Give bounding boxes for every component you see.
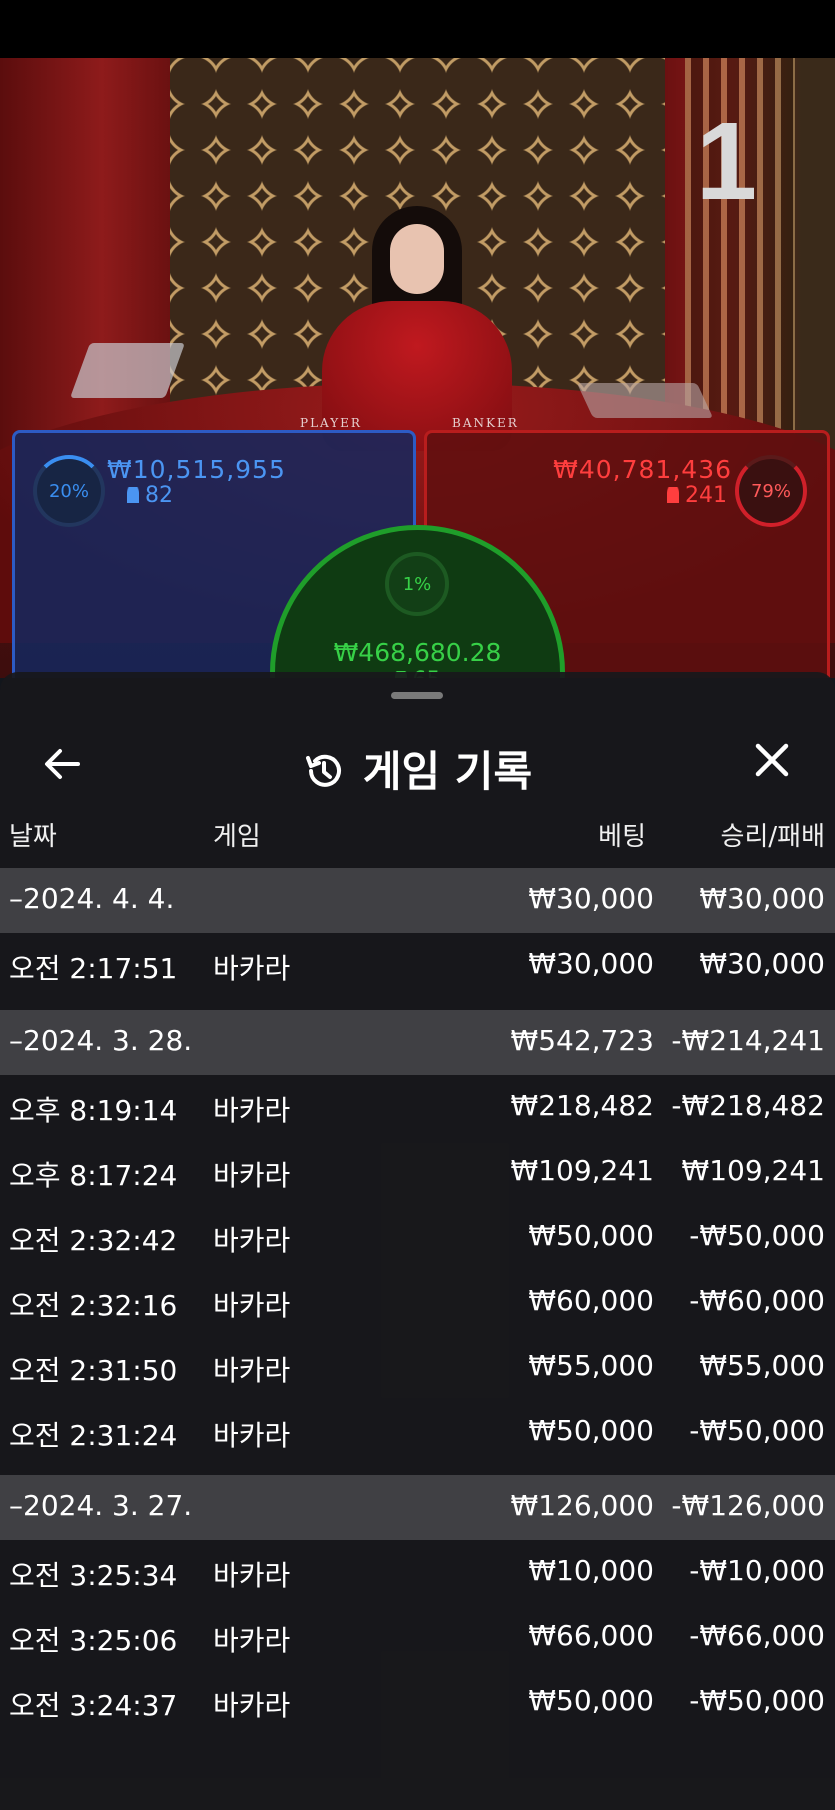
- col-date: 날짜: [9, 822, 57, 852]
- status-bar: [0, 0, 835, 58]
- table-row[interactable]: 오전 3:25:34 바카라 ₩10,000 -₩10,000: [0, 1540, 835, 1605]
- sheet-header: 게임 기록: [0, 712, 835, 812]
- table-row[interactable]: 오후 8:19:14 바카라 ₩218,482 -₩218,482: [0, 1075, 835, 1140]
- banker-amount: ₩40,781,436: [553, 455, 732, 484]
- player-percent: 20%: [33, 455, 105, 527]
- table-row[interactable]: 오전 3:24:37 바카라 ₩50,000 -₩50,000: [0, 1670, 835, 1735]
- table-row[interactable]: 오전 2:32:42 바카라 ₩50,000 -₩50,000: [0, 1205, 835, 1270]
- table-row[interactable]: 오전 2:31:24 바카라 ₩50,000 -₩50,000: [0, 1400, 835, 1465]
- date-group-header[interactable]: –2024. 3. 28. ₩542,723 -₩214,241: [0, 1010, 835, 1075]
- banker-percent: 79%: [735, 455, 807, 527]
- close-icon: [755, 743, 789, 777]
- history-clock-icon: [305, 754, 341, 787]
- sheet-title: 게임 기록: [0, 738, 835, 799]
- title-text: 게임 기록: [362, 747, 533, 796]
- banker-count: 241: [667, 483, 727, 508]
- close-button[interactable]: [750, 738, 794, 782]
- person-icon: [127, 487, 139, 503]
- table-row[interactable]: 오전 2:17:51 바카라 ₩30,000 ₩30,000: [0, 933, 835, 998]
- table-row[interactable]: 오전 2:31:50 바카라 ₩55,000 ₩55,000: [0, 1335, 835, 1400]
- table-row[interactable]: 오후 8:17:24 바카라 ₩109,241 ₩109,241: [0, 1140, 835, 1205]
- player-amount: ₩10,515,955: [107, 455, 286, 484]
- drag-handle[interactable]: [391, 692, 443, 699]
- card-shoe: [576, 383, 714, 418]
- date-group-header[interactable]: –2024. 4. 4. ₩30,000 ₩30,000: [0, 868, 835, 933]
- table-label-player: PLAYER: [300, 416, 362, 430]
- table-label-banker: BANKER: [452, 416, 519, 430]
- player-count: 82: [127, 483, 173, 508]
- person-icon: [667, 487, 679, 503]
- col-game: 게임: [213, 822, 261, 852]
- dealer-number: 1: [695, 100, 757, 223]
- col-result: 승리/패배: [720, 822, 825, 852]
- column-headers: 날짜 게임 베팅 승리/패배: [0, 808, 835, 858]
- tie-percent: 1%: [385, 552, 449, 616]
- table-row[interactable]: 오전 2:32:16 바카라 ₩60,000 -₩60,000: [0, 1270, 835, 1335]
- tie-amount: ₩468,680.28: [333, 638, 502, 667]
- card-tray: [69, 343, 186, 398]
- date-group-header[interactable]: –2024. 3. 27. ₩126,000 -₩126,000: [0, 1475, 835, 1540]
- game-history-sheet: 게임 기록 날짜 게임 베팅 승리/패배 –2024. 4. 4. ₩30,00…: [0, 672, 835, 1810]
- col-bet: 베팅: [598, 822, 646, 852]
- table-row[interactable]: 오전 3:25:06 바카라 ₩66,000 -₩66,000: [0, 1605, 835, 1670]
